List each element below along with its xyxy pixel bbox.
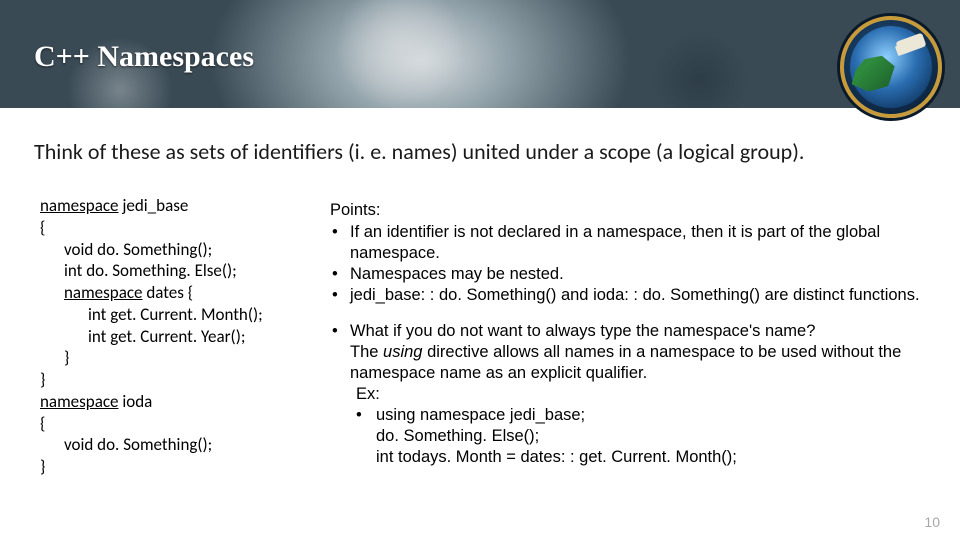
code-line: } bbox=[40, 347, 310, 369]
kw-namespace: namespace bbox=[40, 195, 118, 216]
code-line: { bbox=[40, 413, 310, 435]
code-line: } bbox=[40, 456, 310, 478]
bullet-icon: • bbox=[330, 222, 350, 264]
jcsda-logo bbox=[840, 16, 942, 118]
code-line: void do. Something(); bbox=[40, 239, 310, 261]
bullet-icon: • bbox=[330, 264, 350, 285]
code-line: namespace jedi_base bbox=[40, 195, 310, 217]
bullet-item: •Namespaces may be nested. bbox=[330, 264, 940, 285]
em-using: using bbox=[383, 343, 422, 361]
code-line: { bbox=[40, 217, 310, 239]
intro-text: Think of these as sets of identifiers (i… bbox=[34, 138, 934, 165]
code-line: void do. Something(); bbox=[40, 434, 310, 456]
bullet-icon: • bbox=[330, 285, 350, 306]
code-line: int get. Current. Year(); bbox=[40, 326, 310, 348]
bullet-item: • What if you do not want to always type… bbox=[330, 321, 940, 384]
bullet-item: •jedi_base: : do. Something() and ioda: … bbox=[330, 285, 940, 306]
example-label: Ex: bbox=[330, 384, 940, 405]
points-block: Points: •If an identifier is not declare… bbox=[330, 200, 940, 468]
slide-title: C++ Namespaces bbox=[34, 40, 254, 74]
code-line: } bbox=[40, 369, 310, 391]
code-block: namespace jedi_base { void do. Something… bbox=[40, 195, 310, 478]
kw-namespace: namespace bbox=[64, 282, 142, 303]
example-line: do. Something. Else(); bbox=[330, 426, 940, 447]
points-header: Points: bbox=[330, 200, 940, 221]
code-line: namespace ioda bbox=[40, 391, 310, 413]
bullet-text: What if you do not want to always type t… bbox=[350, 321, 940, 384]
page-number: 10 bbox=[924, 514, 940, 530]
code-line: int get. Current. Month(); bbox=[40, 304, 310, 326]
slide: C++ Namespaces Think of these as sets of… bbox=[0, 0, 960, 540]
bullet-item: •If an identifier is not declared in a n… bbox=[330, 222, 940, 264]
example-line: int todays. Month = dates: : get. Curren… bbox=[330, 447, 940, 468]
bullet-icon: • bbox=[330, 321, 350, 384]
code-line: namespace dates { bbox=[40, 282, 310, 304]
code-line: int do. Something. Else(); bbox=[40, 260, 310, 282]
bullet-icon: • bbox=[356, 405, 376, 426]
sub-bullet: •using namespace jedi_base; bbox=[330, 405, 940, 426]
kw-namespace: namespace bbox=[40, 391, 118, 412]
